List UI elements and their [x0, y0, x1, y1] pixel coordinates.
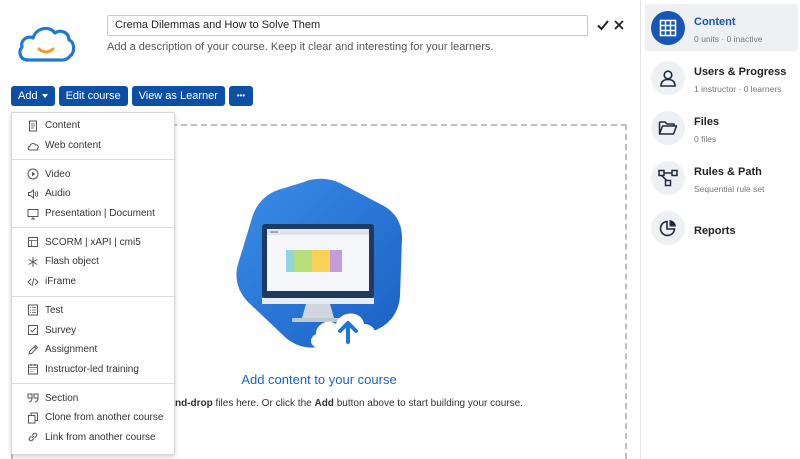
- scorm-icon: [28, 237, 38, 248]
- menu-separator: [12, 227, 174, 229]
- checkbox-icon: [28, 325, 38, 336]
- panel-item-subtitle: 1 instructor · 0 learners: [694, 84, 782, 94]
- panel-item-rules-path[interactable]: Rules & Path Sequential rule set: [645, 154, 798, 201]
- copy-icon: [28, 412, 38, 424]
- panel-item-subtitle: 0 files: [694, 134, 717, 144]
- user-icon: [651, 61, 685, 95]
- menu-item-flash-object[interactable]: Flash object: [12, 252, 174, 272]
- menu-separator: [12, 159, 174, 161]
- speaker-icon: [28, 188, 39, 199]
- menu-item-test[interactable]: Test: [12, 301, 174, 321]
- menu-separator: [12, 383, 174, 385]
- menu-item-label: Content: [45, 120, 81, 132]
- menu-item-presentation-document[interactable]: Presentation | Document: [12, 204, 174, 224]
- add-button-label: Add: [18, 90, 38, 102]
- asterisk-icon: [28, 256, 38, 267]
- menu-item-label: Web content: [45, 140, 101, 152]
- toolbar: Add Edit course View as Learner •••: [11, 86, 253, 106]
- more-options-button[interactable]: •••: [228, 86, 253, 106]
- add-dropdown-menu: Content Web content Video Audio Presentation…: [11, 112, 175, 455]
- menu-item-label: Test: [45, 304, 64, 316]
- hint-bold-add: Add: [314, 398, 334, 409]
- panel-item-title: Users & Progress: [694, 66, 787, 78]
- check-icon[interactable]: [596, 18, 610, 32]
- calendar-icon: [28, 364, 38, 375]
- upload-illustration-icon: [236, 178, 402, 348]
- menu-item-instructor-led-training[interactable]: Instructor-led training: [12, 360, 174, 380]
- path-icon: [651, 161, 685, 195]
- pie-chart-icon: [651, 211, 685, 245]
- menu-item-label: Video: [45, 168, 71, 180]
- edit-course-button[interactable]: Edit course: [58, 86, 128, 106]
- menu-item-content[interactable]: Content: [12, 116, 174, 136]
- menu-item-link-from-another-course[interactable]: Link from another course: [12, 428, 174, 448]
- menu-item-label: Link from another course: [45, 431, 156, 443]
- panel-item-title: Rules & Path: [694, 166, 762, 178]
- test-icon: [28, 304, 38, 316]
- menu-item-label: Presentation | Document: [45, 208, 155, 220]
- code-icon: [27, 277, 39, 286]
- close-icon[interactable]: [613, 19, 625, 31]
- menu-item-scorm-xapi-cmi5[interactable]: SCORM | xAPI | cmi5: [12, 232, 174, 252]
- menu-item-label: Section: [45, 392, 79, 404]
- menu-item-label: Survey: [45, 324, 77, 336]
- play-circle-icon: [27, 168, 39, 180]
- menu-item-label: Clone from another course: [45, 412, 164, 424]
- course-description[interactable]: Add a description of your course. Keep i…: [107, 41, 493, 53]
- menu-item-web-content[interactable]: Web content: [12, 136, 174, 156]
- quote-icon: [27, 393, 39, 403]
- document-icon: [29, 120, 37, 132]
- menu-item-audio[interactable]: Audio: [12, 184, 174, 204]
- caret-down-icon: [41, 94, 48, 98]
- panel-item-title: Reports: [694, 225, 736, 237]
- course-options-panel: Content 0 units · 0 inactive Users & Progr…: [640, 0, 800, 459]
- presentation-icon: [27, 208, 39, 220]
- link-icon: [28, 433, 38, 442]
- panel-item-title: Files: [694, 116, 720, 128]
- panel-item-content[interactable]: Content 0 units · 0 inactive: [645, 4, 798, 51]
- menu-item-iframe[interactable]: iFrame: [12, 272, 174, 292]
- panel-item-reports[interactable]: Reports: [645, 204, 798, 251]
- menu-item-label: iFrame: [45, 276, 77, 288]
- menu-item-survey[interactable]: Survey: [12, 320, 174, 340]
- add-button[interactable]: Add: [11, 86, 55, 106]
- panel-item-users-progress[interactable]: Users & Progress 1 instructor · 0 learner…: [645, 54, 798, 101]
- folder-icon: [651, 111, 685, 145]
- menu-item-label: Flash object: [45, 256, 99, 268]
- menu-item-clone-from-another-course[interactable]: Clone from another course: [12, 408, 174, 428]
- panel-item-files[interactable]: Files 0 files: [645, 104, 798, 151]
- logo-cloud-icon: [18, 26, 76, 62]
- panel-item-subtitle: Sequential rule set: [694, 184, 765, 194]
- panel-item-title: Content: [694, 16, 736, 28]
- cloud-icon: [27, 142, 39, 151]
- hint-text-end: button above to start building your cour…: [333, 398, 523, 409]
- menu-item-label: Instructor-led training: [45, 363, 139, 375]
- dropzone-hint: g-and-drop files here. Or click the Add …: [160, 398, 523, 409]
- menu-item-label: Audio: [45, 188, 71, 200]
- pen-icon: [28, 344, 39, 355]
- course-title-input[interactable]: Crema Dilemmas and How to Solve Them: [107, 15, 588, 36]
- menu-separator: [12, 295, 174, 297]
- grid-icon: [651, 11, 685, 45]
- menu-item-label: SCORM | xAPI | cmi5: [45, 236, 141, 248]
- panel-item-subtitle: 0 units · 0 inactive: [694, 34, 763, 44]
- menu-item-label: Assignment: [45, 344, 98, 356]
- menu-item-section[interactable]: Section: [12, 388, 174, 408]
- menu-item-assignment[interactable]: Assignment: [12, 340, 174, 360]
- view-as-learner-button[interactable]: View as Learner: [131, 86, 225, 106]
- hint-text: files here. Or click the: [212, 398, 315, 409]
- menu-item-video[interactable]: Video: [12, 164, 174, 184]
